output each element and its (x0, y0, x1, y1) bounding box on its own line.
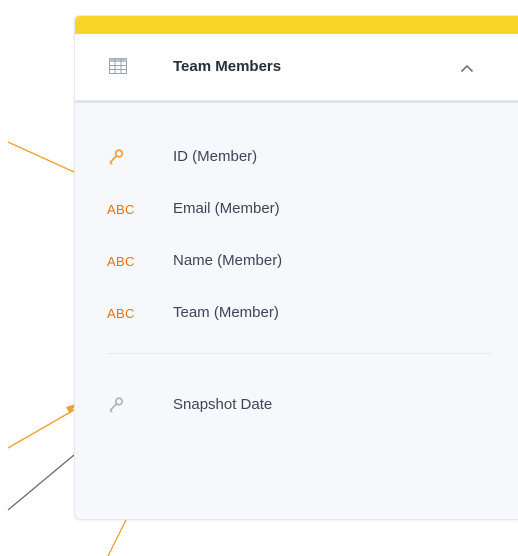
field-label: Name (Member) (173, 252, 283, 269)
connector-line-snapshot-orange (7, 409, 75, 449)
text-type-label: ABC (107, 253, 135, 269)
field-label: Team (Member) (173, 304, 279, 321)
card-title: Team Members (173, 58, 282, 75)
text-type-icon: ABC (107, 296, 147, 330)
field-label: Email (Member) (173, 200, 280, 217)
table-card-team-members[interactable]: Team Members ID (Member) ABC Email (Memb… (74, 15, 518, 520)
chevron-up-icon (460, 64, 474, 72)
connector-line-snapshot-gray (7, 454, 75, 511)
text-type-icon: ABC (107, 192, 147, 226)
key-icon (107, 140, 147, 174)
card-header[interactable]: Team Members (75, 34, 518, 103)
field-row-id[interactable]: ID (Member) (75, 140, 518, 174)
text-type-label: ABC (107, 305, 135, 321)
card-accent-bar (75, 16, 518, 34)
field-row-name[interactable]: ABC Name (Member) (75, 244, 518, 278)
field-label: Snapshot Date (173, 396, 273, 413)
text-type-icon: ABC (107, 244, 147, 278)
field-row-snapshot-date[interactable]: Snapshot Date (75, 388, 518, 422)
connector-line-id (7, 141, 75, 173)
field-label: ID (Member) (173, 148, 258, 165)
connector-line-bottom (107, 517, 128, 556)
field-divider (107, 353, 491, 354)
text-type-label: ABC (107, 201, 135, 217)
key-icon (107, 388, 147, 422)
table-icon (109, 58, 127, 74)
collapse-button[interactable] (455, 56, 479, 80)
field-row-email[interactable]: ABC Email (Member) (75, 192, 518, 226)
field-row-team[interactable]: ABC Team (Member) (75, 296, 518, 330)
